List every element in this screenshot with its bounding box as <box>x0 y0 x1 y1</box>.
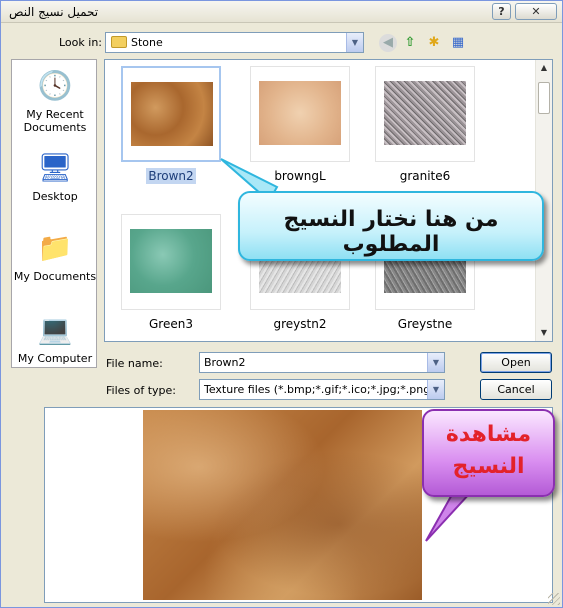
place-desktop[interactable]: 🖥 Desktop <box>12 150 98 203</box>
thumbnail-frame <box>121 214 221 310</box>
filename-label: File name: <box>106 357 163 370</box>
chevron-down-icon[interactable]: ▼ <box>427 353 444 372</box>
callout-text-line2: النسيج <box>452 454 525 479</box>
place-label: My Recent Documents <box>23 108 87 134</box>
scroll-down-icon[interactable]: ▼ <box>536 325 552 341</box>
cancel-button[interactable]: Cancel <box>480 379 552 400</box>
file-tile[interactable]: Brown2 <box>121 66 221 184</box>
up-folder-icon[interactable]: ⇧ <box>401 34 419 52</box>
callout-text: من هنا نختار النسيج المطلوب <box>283 207 499 257</box>
texture-thumbnail <box>130 229 212 293</box>
my-documents-icon: 📁 <box>37 231 73 264</box>
callout-text-line1: مشاهدة <box>445 422 532 447</box>
file-name: Brown2 <box>146 168 196 184</box>
texture-preview-image <box>143 410 422 600</box>
title-bar: تحميل نسيج النص ? ✕ <box>1 1 562 23</box>
folder-icon <box>111 36 127 48</box>
help-button[interactable]: ? <box>492 3 511 20</box>
new-folder-icon[interactable]: ✱ <box>425 34 443 52</box>
place-my-computer[interactable]: 💻 My Computer <box>12 312 98 365</box>
filetype-label: Files of type: <box>106 384 177 397</box>
file-name: greystn2 <box>273 317 327 331</box>
place-label: Desktop <box>32 190 78 203</box>
file-name: granite6 <box>399 169 451 183</box>
thumbnail-frame <box>250 66 350 162</box>
lookin-value: Stone <box>131 36 163 49</box>
resize-grip-icon[interactable] <box>548 593 560 605</box>
chevron-down-icon[interactable]: ▼ <box>427 380 444 399</box>
filetype-value: Texture files (*.bmp;*.gif;*.ico;*.jpg;*… <box>204 383 435 396</box>
place-label: My Computer <box>17 352 93 365</box>
preview-callout: مشاهدة النسيج <box>422 409 555 497</box>
filename-input[interactable]: Brown2 ▼ <box>199 352 445 373</box>
file-tile[interactable]: granite6 <box>375 66 475 183</box>
select-texture-callout: من هنا نختار النسيج المطلوب <box>238 191 544 261</box>
filetype-select[interactable]: Texture files (*.bmp;*.gif;*.ico;*.jpg;*… <box>199 379 445 400</box>
window-title: تحميل نسيج النص <box>9 5 99 19</box>
chevron-down-icon[interactable]: ▼ <box>346 33 363 52</box>
thumbnail-frame <box>121 66 221 162</box>
file-name: Green3 <box>149 317 193 331</box>
place-my-documents[interactable]: 📁 My Documents <box>12 230 98 283</box>
texture-thumbnail <box>384 81 466 145</box>
file-tile[interactable]: Green3 <box>121 214 221 331</box>
texture-thumbnail <box>131 82 213 146</box>
open-button[interactable]: Open <box>480 352 552 373</box>
lookin-dropdown[interactable]: Stone ▼ <box>105 32 364 53</box>
filename-value: Brown2 <box>204 356 246 369</box>
file-tile[interactable]: browngL <box>250 66 350 183</box>
views-menu-icon[interactable]: ▦ <box>449 34 467 52</box>
place-label: My Documents <box>13 270 97 283</box>
place-recent-documents[interactable]: 🕓 My Recent Documents <box>12 68 98 134</box>
thumbnail-frame <box>375 66 475 162</box>
open-texture-dialog: تحميل نسيج النص ? ✕ Look in: Stone ▼ ◀ ⇧… <box>0 0 563 608</box>
recent-documents-icon: 🕓 <box>37 69 73 102</box>
scroll-thumb[interactable] <box>538 82 550 114</box>
my-computer-icon: 💻 <box>37 313 73 346</box>
scroll-up-icon[interactable]: ▲ <box>536 60 552 76</box>
texture-thumbnail <box>259 81 341 145</box>
close-button[interactable]: ✕ <box>515 3 557 20</box>
places-bar: 🕓 My Recent Documents 🖥 Desktop 📁 My Doc… <box>11 59 97 368</box>
file-name: Greystne <box>397 317 453 331</box>
back-arrow-icon[interactable]: ◀ <box>379 34 397 52</box>
desktop-icon: 🖥 <box>37 151 73 184</box>
lookin-label: Look in: <box>59 36 102 49</box>
